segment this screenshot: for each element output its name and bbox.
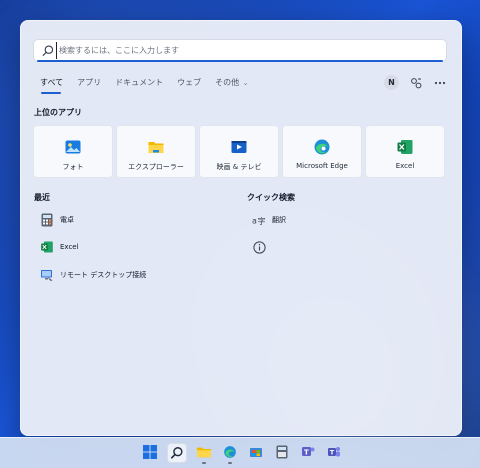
app-tile-label: フォト [62, 163, 84, 171]
quick-search-title: クイック検索 [247, 193, 295, 202]
taskbar-pinned-apps: T T [141, 443, 343, 464]
info-icon [252, 240, 266, 254]
running-indicator [202, 462, 206, 464]
photos-icon [65, 140, 81, 154]
app-tile-movies-tv[interactable]: 映画 & テレビ [199, 125, 279, 178]
movies-tv-icon [231, 141, 247, 153]
recent-title: 最近 [34, 193, 50, 202]
app-tile-label: Excel [395, 162, 415, 170]
taskbar-teams-chat[interactable]: T [299, 443, 317, 461]
recent-item-label: 電卓 [60, 216, 74, 224]
start-button[interactable] [141, 443, 159, 461]
excel-icon [397, 140, 413, 154]
more-options-icon[interactable] [433, 76, 447, 90]
app-tile-excel[interactable]: Excel [365, 125, 445, 178]
taskbar-teams[interactable]: T [325, 443, 343, 461]
app-tile-photos[interactable]: フォト [33, 125, 113, 178]
taskbar-file-explorer[interactable] [195, 443, 213, 464]
recent-item-remote-desktop[interactable]: リモート デスクトップ接続 [40, 267, 146, 283]
taskbar-calculator[interactable] [273, 443, 291, 461]
windows-logo-icon [143, 445, 157, 459]
tab-apps[interactable]: アプリ [77, 76, 101, 90]
quick-search-item-info[interactable] [252, 239, 272, 255]
top-apps-list: フォト エクスプローラー 映画 & テレビ Microsoft Edge Exc… [33, 125, 445, 178]
search-filter-tabs: すべて アプリ ドキュメント ウェブ その他 ⌄ [40, 76, 263, 94]
translate-icon: a 字 [252, 213, 266, 227]
store-icon [250, 448, 262, 457]
app-tile-file-explorer[interactable]: エクスプローラー [116, 125, 196, 178]
quick-search-item-label: 翻訳 [272, 216, 286, 224]
recent-item-calculator[interactable]: 電卓 [40, 212, 74, 228]
svg-text:T: T [304, 449, 309, 457]
app-tile-microsoft-edge[interactable]: Microsoft Edge [282, 125, 362, 178]
teams-chat-icon: T [302, 447, 315, 457]
top-apps-title: 上位のアプリ [34, 108, 82, 117]
app-tile-label: エクスプローラー [128, 163, 184, 171]
taskbar-search-button[interactable] [167, 443, 187, 463]
file-explorer-icon [197, 447, 211, 458]
running-indicator [228, 462, 232, 464]
recent-item-label: Excel [60, 243, 79, 251]
tab-more-label: その他 [215, 78, 240, 87]
edge-icon [224, 446, 236, 458]
taskbar: T T [0, 437, 480, 468]
edge-icon [314, 139, 330, 155]
account-avatar[interactable]: N [384, 75, 399, 90]
teams-icon: T [328, 447, 340, 457]
taskbar-store[interactable] [247, 443, 265, 461]
chevron-down-icon: ⌄ [242, 79, 249, 87]
search-input[interactable] [56, 42, 439, 59]
search-icon [42, 45, 54, 56]
search-icon [170, 447, 183, 459]
file-explorer-icon [148, 142, 164, 153]
svg-text:a: a [252, 217, 257, 226]
tab-documents[interactable]: ドキュメント [115, 76, 163, 90]
app-tile-label: 映画 & テレビ [216, 163, 262, 171]
search-box[interactable] [33, 39, 447, 62]
app-tile-label: Microsoft Edge [296, 162, 348, 170]
svg-text:T: T [330, 449, 335, 457]
search-panel: すべて アプリ ドキュメント ウェブ その他 ⌄ N 上位のアプリ [20, 20, 462, 436]
quick-search-item-translate[interactable]: a 字 翻訳 [252, 212, 286, 228]
header-actions: N [384, 75, 447, 90]
tab-all[interactable]: すべて [40, 76, 63, 94]
recent-item-label: リモート デスクトップ接続 [60, 271, 147, 279]
taskbar-edge[interactable] [221, 443, 239, 464]
excel-icon [40, 240, 54, 254]
tab-web[interactable]: ウェブ [177, 76, 201, 90]
tab-more[interactable]: その他 ⌄ [215, 76, 248, 90]
calculator-icon [276, 445, 288, 459]
remote-desktop-icon [40, 268, 54, 282]
calculator-icon [40, 213, 54, 227]
svg-text:字: 字 [258, 216, 266, 226]
share-connect-icon[interactable] [409, 76, 423, 90]
recent-item-excel[interactable]: Excel [40, 239, 79, 255]
